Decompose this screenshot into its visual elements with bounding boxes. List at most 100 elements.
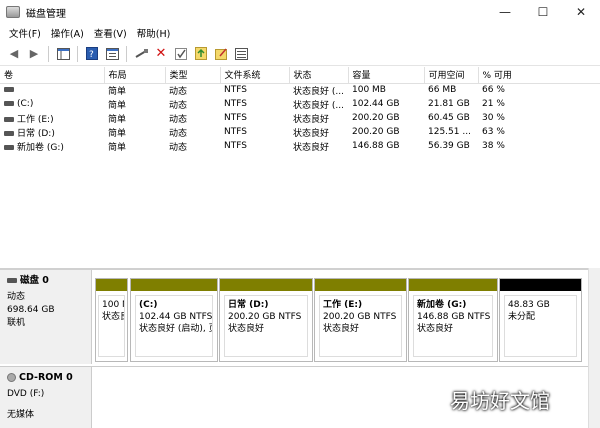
- list-icon[interactable]: [234, 47, 248, 61]
- capacity-cell: 200.20 GB: [352, 113, 400, 123]
- filesystem-cell: NTFS: [224, 113, 247, 123]
- capacity-cell: 200.20 GB: [352, 127, 400, 137]
- partition-status: 状态良好: [228, 324, 265, 334]
- column-header-status[interactable]: 状态: [289, 67, 349, 84]
- table-row[interactable]: 工作 (E:) 简单 动态 NTFS 状态良好 200.20 GB 60.45 …: [0, 111, 600, 125]
- disk-0-type: 动态: [7, 292, 26, 302]
- watermark: 易坊好文馆: [450, 389, 550, 413]
- menu-help[interactable]: 帮助(H): [132, 26, 176, 40]
- menu-bar: 文件(F) 操作(A) 查看(V) 帮助(H): [0, 24, 600, 42]
- check-icon[interactable]: [174, 47, 188, 61]
- partition-system-reserved[interactable]: 100 M 状态良: [95, 278, 128, 362]
- menu-action[interactable]: 操作(A): [46, 26, 89, 40]
- help-icon[interactable]: ?: [85, 47, 99, 61]
- capacity-cell: 146.88 GB: [352, 141, 400, 151]
- disk-icon: [7, 278, 17, 283]
- column-header-layout[interactable]: 布局: [104, 67, 166, 84]
- layout-cell: 简单: [108, 100, 127, 111]
- volume-name: (C:): [17, 99, 34, 109]
- filesystem-cell: NTFS: [224, 99, 247, 109]
- column-header-filesystem[interactable]: 文件系统: [220, 67, 290, 84]
- partition-d[interactable]: 日常 (D:) 200.20 GB NTFS 状态良好: [219, 278, 313, 362]
- partition-g[interactable]: 新加卷 (G:) 146.88 GB NTFS 状态良好: [408, 278, 498, 362]
- column-header-capacity[interactable]: 容量: [348, 67, 425, 84]
- capacity-cell: 102.44 GB: [352, 99, 400, 109]
- partition-size: 200.20 GB NTFS: [323, 312, 397, 322]
- properties-icon[interactable]: [105, 47, 119, 61]
- title-bar: 磁盘管理 — ☐ ✕: [0, 0, 600, 24]
- partition-name: 日常 (D:): [228, 300, 269, 310]
- partition-name: 工作 (E:): [323, 300, 363, 310]
- menu-file[interactable]: 文件(F): [4, 26, 46, 40]
- status-cell: 状态良好 (...: [293, 100, 344, 111]
- percent-free-cell: 21 %: [482, 99, 505, 109]
- status-cell: 状态良好: [293, 142, 330, 153]
- volume-name: 新加卷 (G:): [17, 142, 64, 153]
- free-space-cell: 66 MB: [428, 85, 457, 96]
- capacity-cell: 100 MB: [352, 85, 386, 96]
- drive-icon: [4, 87, 14, 93]
- disk-0-status: 联机: [7, 318, 26, 328]
- toolbar-separator: [48, 45, 49, 62]
- cdrom-0-status: 无媒体: [7, 410, 35, 420]
- column-header-free-space[interactable]: 可用空间: [424, 67, 479, 84]
- window-title: 磁盘管理: [26, 8, 66, 20]
- table-row[interactable]: 新加卷 (G:) 简单 动态 NTFS 状态良好 146.88 GB 56.39…: [0, 139, 600, 153]
- percent-free-cell: 38 %: [482, 141, 505, 151]
- folder-icon[interactable]: [214, 47, 228, 61]
- partition-e[interactable]: 工作 (E:) 200.20 GB NTFS 状态良好: [314, 278, 407, 362]
- table-row[interactable]: 简单 动态 NTFS 状态良好 (... 100 MB 66 MB 66 %: [0, 83, 600, 97]
- volume-list-table: 卷 布局 类型 文件系统 状态 容量 可用空间 % 可用 简单 动态 NTFS …: [0, 67, 600, 273]
- volume-name: 日常 (D:): [17, 128, 55, 139]
- drive-icon: [4, 144, 14, 150]
- status-cell: 状态良好: [293, 114, 330, 125]
- filesystem-cell: NTFS: [224, 85, 247, 96]
- close-button[interactable]: ✕: [562, 0, 600, 24]
- table-row[interactable]: (C:) 简单 动态 NTFS 状态良好 (... 102.44 GB 21.8…: [0, 97, 600, 111]
- percent-free-cell: 66 %: [482, 85, 505, 96]
- free-space-cell: 125.51 ...: [428, 127, 471, 137]
- partition-status: 状态良好 (启动), 页: [139, 324, 213, 334]
- layout-cell: 简单: [108, 114, 127, 125]
- console-icon[interactable]: [56, 47, 70, 61]
- percent-free-cell: 30 %: [482, 113, 505, 123]
- partition-status: 未分配: [508, 312, 536, 322]
- column-header-percent-free[interactable]: % 可用: [478, 67, 600, 84]
- type-cell: 动态: [169, 100, 188, 111]
- table-row[interactable]: 日常 (D:) 简单 动态 NTFS 状态良好 200.20 GB 125.51…: [0, 125, 600, 139]
- disk-0-size: 698.64 GB: [7, 305, 55, 315]
- forward-icon[interactable]: ▶: [27, 47, 41, 61]
- partition-status: 状态良: [102, 312, 124, 322]
- column-header-volume[interactable]: 卷: [0, 67, 105, 84]
- import-icon[interactable]: [194, 47, 208, 61]
- partition-name: 新加卷 (G:): [417, 300, 467, 310]
- disk-0-row: 磁盘 0 动态 698.64 GB 联机 100 M 状态良 (C:) 102.…: [0, 270, 588, 364]
- menu-view[interactable]: 查看(V): [89, 26, 132, 40]
- partition-size: 102.44 GB NTFS: [139, 312, 213, 322]
- vertical-scrollbar[interactable]: [588, 268, 600, 428]
- status-cell: 状态良好 (...: [293, 86, 344, 97]
- filesystem-cell: NTFS: [224, 127, 247, 137]
- partition-c[interactable]: (C:) 102.44 GB NTFS 状态良好 (启动), 页: [130, 278, 218, 362]
- free-space-cell: 56.39 GB: [428, 141, 470, 151]
- layout-cell: 简单: [108, 142, 127, 153]
- column-header-type[interactable]: 类型: [165, 67, 221, 84]
- toolbar: ◀ ▶ ? ✕: [0, 42, 600, 66]
- delete-icon[interactable]: ✕: [154, 46, 168, 61]
- cdrom-0-info[interactable]: CD-ROM 0 DVD (F:) 无媒体: [0, 367, 92, 428]
- status-cell: 状态良好: [293, 128, 330, 139]
- drive-icon: [4, 116, 14, 122]
- volume-name: 工作 (E:): [17, 114, 54, 125]
- svg-text:?: ?: [89, 50, 94, 60]
- layout-cell: 简单: [108, 128, 127, 139]
- toolbar-separator: [77, 45, 78, 62]
- maximize-button[interactable]: ☐: [524, 0, 562, 24]
- partition-unallocated[interactable]: 48.83 GB 未分配: [499, 278, 582, 362]
- disk-0-info[interactable]: 磁盘 0 动态 698.64 GB 联机: [0, 270, 92, 364]
- connect-icon[interactable]: [134, 47, 148, 61]
- percent-free-cell: 63 %: [482, 127, 505, 137]
- cdrom-0-type: DVD (F:): [7, 389, 45, 399]
- minimize-button[interactable]: —: [486, 0, 524, 24]
- cdrom-0-name: CD-ROM 0: [19, 372, 73, 383]
- back-icon[interactable]: ◀: [7, 47, 21, 61]
